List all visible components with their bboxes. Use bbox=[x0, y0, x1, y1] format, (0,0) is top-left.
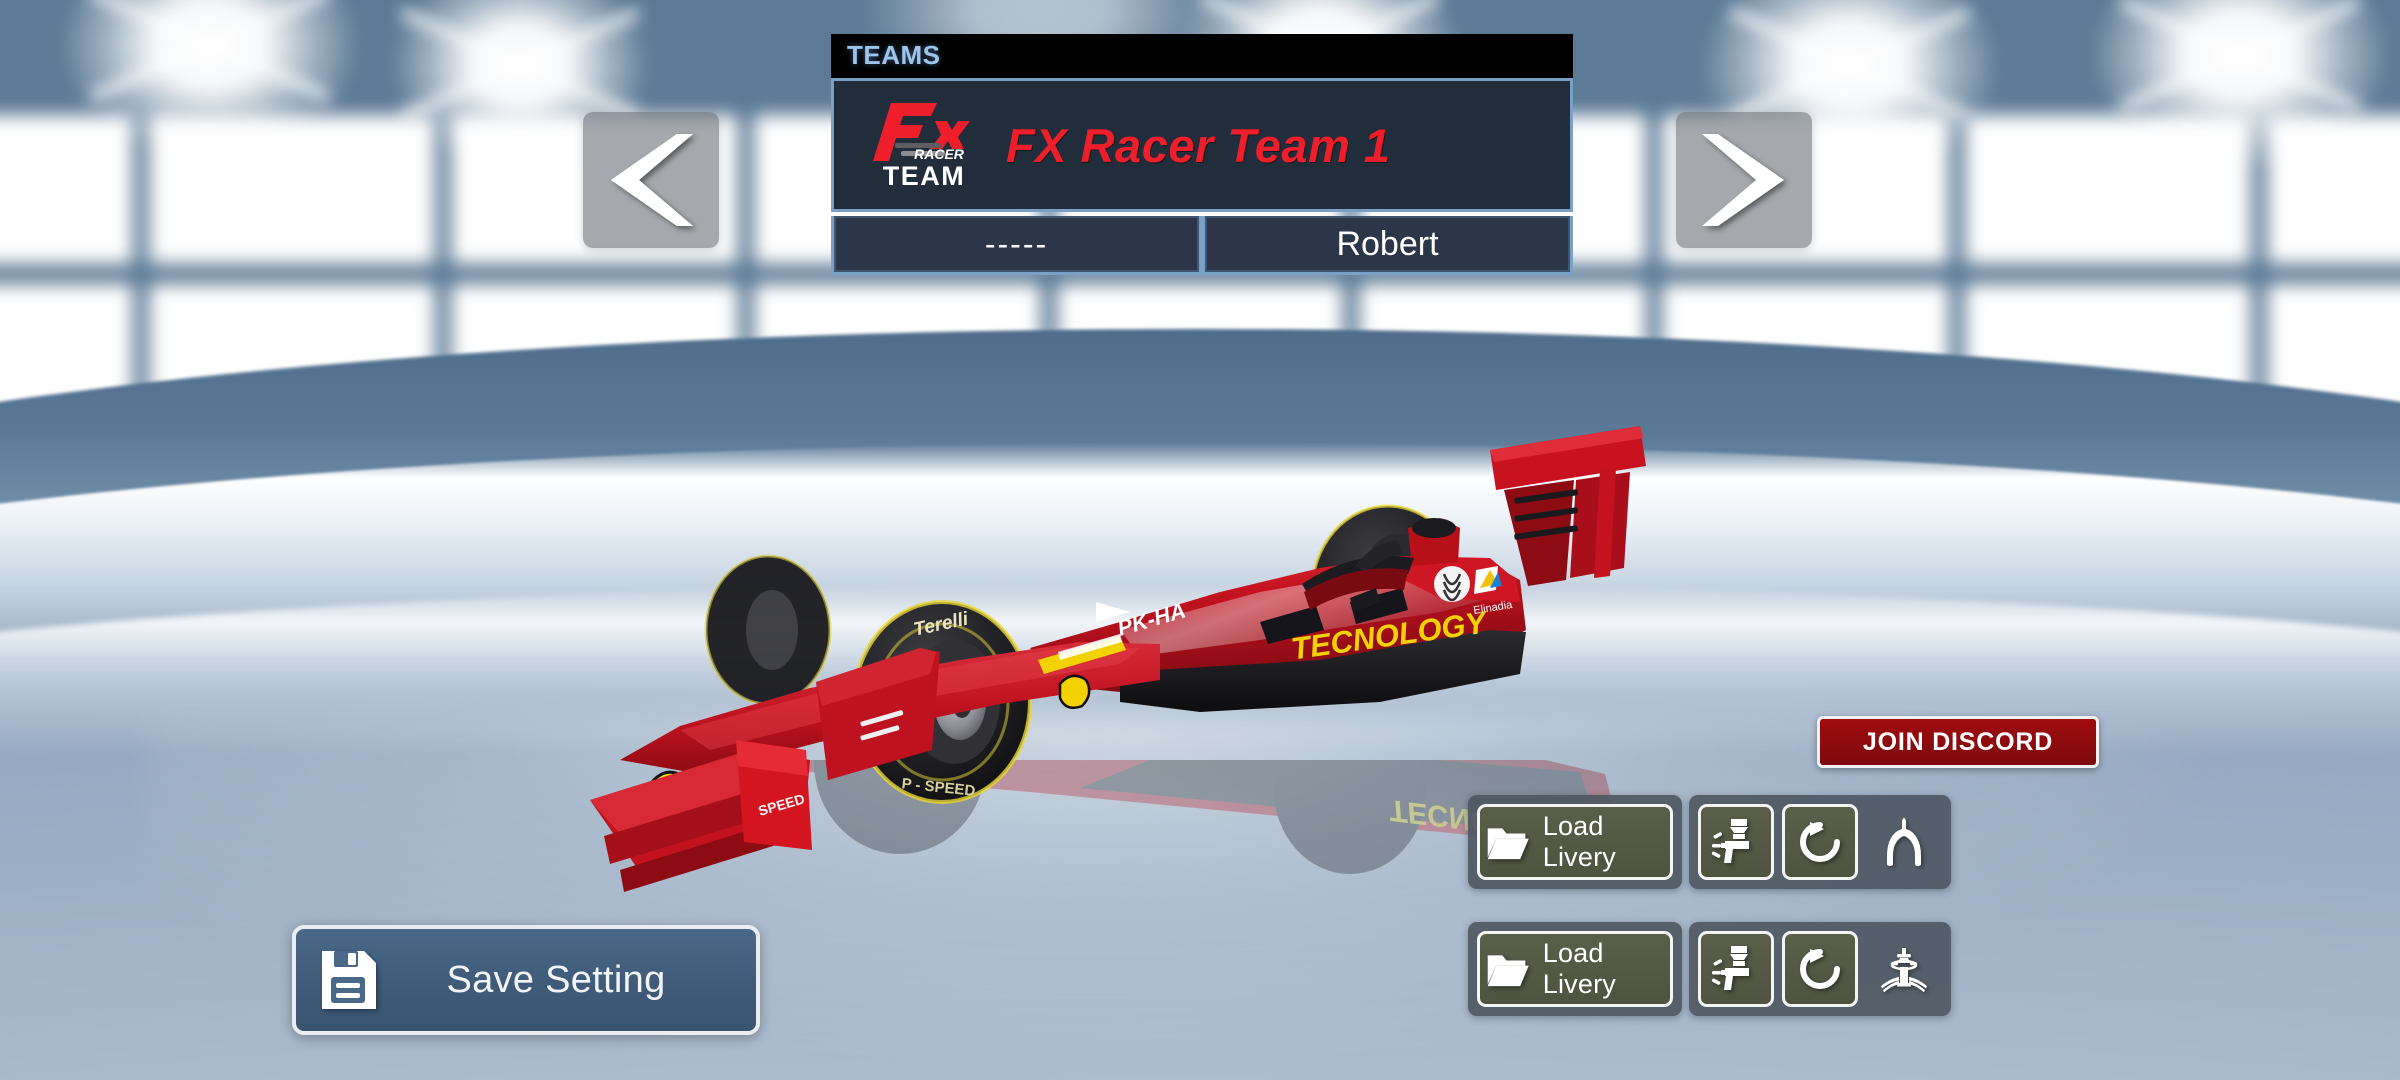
paint-tools-group-2 bbox=[1689, 922, 1951, 1016]
next-team-button[interactable] bbox=[1676, 112, 1812, 248]
team-row[interactable]: RACER TEAM FX Racer Team 1 bbox=[831, 78, 1573, 212]
car-front-icon bbox=[1881, 948, 1927, 992]
join-discord-button[interactable]: JOIN DISCORD bbox=[1817, 716, 2099, 768]
load-livery-button-2[interactable]: Load Livery bbox=[1477, 931, 1673, 1007]
teams-header-label: TEAMS bbox=[847, 40, 941, 70]
save-setting-button[interactable]: Save Setting bbox=[292, 925, 760, 1035]
load-livery-button-1[interactable]: Load Livery bbox=[1477, 804, 1673, 880]
reset-rotate-icon bbox=[1800, 949, 1840, 989]
fx-racer-logo: RACER TEAM bbox=[840, 99, 990, 192]
rear-wing bbox=[1490, 426, 1646, 586]
floppy-save-icon bbox=[296, 949, 400, 1011]
chevron-right-icon bbox=[1702, 134, 1784, 226]
spray-gun-icon bbox=[1711, 946, 1749, 990]
driver-slot-2[interactable]: Robert bbox=[1205, 216, 1570, 272]
livery-controls-driver-2: Load Livery bbox=[1468, 922, 1951, 1016]
reset-rotate-icon bbox=[1800, 822, 1840, 862]
driver-slot-1[interactable]: ----- bbox=[834, 216, 1199, 272]
halo-icon bbox=[1887, 818, 1921, 866]
fx-logo-mark: RACER bbox=[873, 102, 970, 162]
teams-panel-header: TEAMS bbox=[831, 34, 1573, 78]
folder-open-icon bbox=[1487, 828, 1529, 860]
folder-open-icon bbox=[1487, 955, 1529, 987]
car-view-button-2[interactable] bbox=[1866, 931, 1942, 1007]
teams-panel: TEAMS RACER TEAM FX Racer Team 1 ----- R… bbox=[831, 34, 1573, 275]
rear-inner-tyre bbox=[704, 554, 832, 706]
paint-tools-group-1 bbox=[1689, 795, 1951, 889]
team-name: FX Racer Team 1 bbox=[1006, 118, 1391, 172]
load-livery-label-2: Load Livery bbox=[1542, 938, 1616, 999]
save-setting-label: Save Setting bbox=[446, 958, 666, 1001]
reset-livery-button-1[interactable] bbox=[1782, 804, 1858, 880]
load-livery-label-1: Load Livery bbox=[1542, 811, 1616, 872]
halo-view-button-1[interactable] bbox=[1866, 804, 1942, 880]
spray-gun-icon bbox=[1711, 819, 1749, 863]
load-livery-group-2: Load Livery bbox=[1468, 922, 1682, 1016]
game-screen: TECNOLOGY bbox=[0, 0, 2400, 1080]
reset-livery-button-2[interactable] bbox=[1782, 931, 1858, 1007]
chevron-left-icon bbox=[611, 134, 693, 226]
paint-livery-button-1[interactable] bbox=[1698, 804, 1774, 880]
load-livery-group-1: Load Livery bbox=[1468, 795, 1682, 889]
svg-text:RACER: RACER bbox=[914, 146, 965, 162]
paint-livery-button-2[interactable] bbox=[1698, 931, 1774, 1007]
join-discord-label: JOIN DISCORD bbox=[1862, 727, 2054, 756]
drivers-row: ----- Robert bbox=[831, 216, 1573, 275]
fx-logo-team-word: TEAM bbox=[882, 160, 966, 191]
prev-team-button[interactable] bbox=[583, 112, 719, 248]
livery-controls-driver-1: Load Livery bbox=[1468, 795, 1951, 889]
